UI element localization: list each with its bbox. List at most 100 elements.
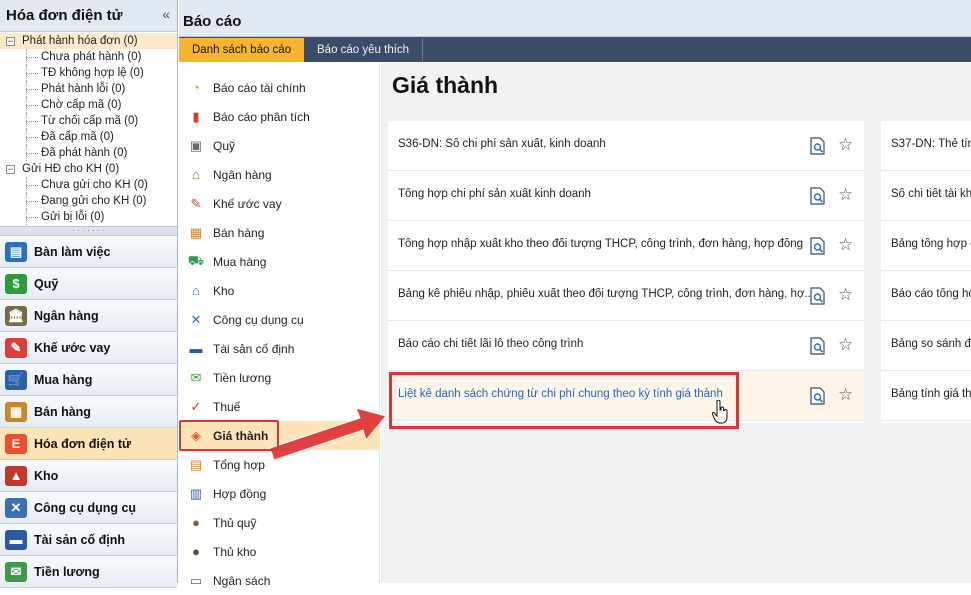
- nav-item[interactable]: ▲ Kho: [0, 460, 177, 492]
- shop-icon: ▦: [189, 224, 203, 240]
- tree-item[interactable]: Chưa phát hành (0): [0, 49, 177, 65]
- report-row[interactable]: Báo cáo tổng họ: [881, 271, 971, 321]
- nav-item[interactable]: E Hóa đơn điện tử: [0, 428, 177, 460]
- category-item[interactable]: ✉ Tiền lương: [179, 363, 380, 392]
- car-icon: ▬: [189, 341, 203, 356]
- nav-item[interactable]: ✉ Tiền lương: [0, 556, 177, 588]
- category-item[interactable]: ✕ Công cụ dụng cụ: [179, 305, 380, 334]
- tree-item[interactable]: Đã cấp mã (0): [0, 129, 177, 145]
- tools-icon: ✕: [5, 497, 27, 518]
- nav-item[interactable]: ✎ Khế ước vay: [0, 332, 177, 364]
- tree-item-label: Chưa gửi cho KH (0): [41, 179, 148, 191]
- report-link[interactable]: Sổ chi tiết tài kh: [891, 188, 971, 200]
- collapse-icon[interactable]: «: [162, 6, 170, 22]
- tab-report-list[interactable]: Danh sách báo cáo: [179, 38, 305, 62]
- nav-item[interactable]: ▤ Bàn làm việc: [0, 236, 177, 268]
- tree-item[interactable]: Đang gửi cho KH (0): [0, 193, 177, 209]
- bank-icon: 🏛: [5, 305, 27, 326]
- category-item[interactable]: ▬ Tài sản cố định: [179, 334, 380, 363]
- category-highlight-box: [179, 420, 279, 451]
- desktop-icon: ▤: [5, 241, 27, 262]
- report-link[interactable]: Bảng so sánh đị: [891, 338, 971, 350]
- nav-item[interactable]: ▬ Tài sản cố định: [0, 524, 177, 556]
- nav-item[interactable]: $ Quỹ: [0, 268, 177, 300]
- preview-report-icon[interactable]: [810, 337, 826, 355]
- report-row[interactable]: S36-DN: Sổ chi phí sản xuất, kinh doanh ☆: [388, 121, 864, 171]
- category-item[interactable]: ● Thủ quỹ: [179, 508, 380, 537]
- nav-item[interactable]: 🛒 Mua hàng: [0, 364, 177, 396]
- tree-item[interactable]: Từ chối cấp mã (0): [0, 113, 177, 129]
- report-link[interactable]: Bảng kê phiếu nhập, phiếu xuất theo đối …: [398, 288, 810, 300]
- nav-item[interactable]: ▦ Bán hàng: [0, 396, 177, 428]
- preview-report-icon[interactable]: [810, 187, 826, 205]
- tree-group[interactable]: − Phát hành hóa đơn (0): [0, 33, 177, 49]
- report-row[interactable]: Bảng tổng hợp c: [881, 221, 971, 271]
- report-row[interactable]: Tổng hợp nhập xuất kho theo đối tượng TH…: [388, 221, 864, 271]
- tools-icon: ✕: [190, 311, 202, 327]
- preview-report-icon[interactable]: [810, 387, 826, 405]
- category-item[interactable]: ⌂ Kho: [179, 276, 380, 305]
- invoice-tree: − Phát hành hóa đơn (0) Chưa phát hành (0)…: [0, 32, 177, 226]
- star-icon[interactable]: ☆: [838, 185, 853, 205]
- report-link[interactable]: Bảng tính giá th: [891, 388, 971, 400]
- report-row[interactable]: Bảng kê phiếu nhập, phiếu xuất theo đối …: [388, 271, 864, 321]
- tree-item[interactable]: Đã phát hành (0): [0, 145, 177, 161]
- tree-item[interactable]: Phát hành lỗi (0): [0, 81, 177, 97]
- category-item[interactable]: ⛟ Mua hàng: [179, 247, 380, 276]
- category-item[interactable]: ● Thủ kho: [179, 537, 380, 566]
- category-item[interactable]: ▭ Ngân sách: [179, 566, 380, 595]
- nav-item[interactable]: ✕ Công cụ dụng cụ: [0, 492, 177, 524]
- tree-item[interactable]: Gửi bị lỗi (0): [0, 209, 177, 225]
- preview-report-icon[interactable]: [810, 287, 826, 305]
- report-link[interactable]: Bảng tổng hợp c: [891, 238, 971, 250]
- panel-splitter[interactable]: · · · · · · ·: [0, 226, 177, 236]
- nav-item-label: Quỹ: [34, 276, 59, 291]
- category-label: Tiền lương: [213, 370, 272, 385]
- preview-report-icon[interactable]: [810, 137, 826, 155]
- annotation-arrow-icon: [269, 407, 387, 461]
- category-item[interactable]: ◔ Báo cáo tài chính: [179, 73, 380, 102]
- tree-group[interactable]: − Gửi HĐ cho KH (0): [0, 161, 177, 177]
- page-title: Báo cáo: [183, 13, 242, 30]
- star-icon[interactable]: ☆: [838, 335, 853, 355]
- loan-icon: ✎: [5, 337, 27, 358]
- salary-icon: ✉: [5, 561, 27, 582]
- tree-item[interactable]: Chờ cấp mã (0): [0, 97, 177, 113]
- report-row[interactable]: Báo cáo chi tiết lãi lỗ theo công trình ☆: [388, 321, 864, 371]
- report-row[interactable]: Sổ chi tiết tài kh: [881, 171, 971, 221]
- tab-favorite-reports[interactable]: Báo cáo yêu thích: [304, 38, 424, 62]
- report-link[interactable]: S36-DN: Sổ chi phí sản xuất, kinh doanh: [398, 138, 810, 150]
- tree-item[interactable]: Chưa gửi cho KH (0): [0, 177, 177, 193]
- left-panel-header: Hóa đơn điện tử «: [0, 0, 177, 32]
- report-link[interactable]: Báo cáo tổng họ: [891, 288, 971, 300]
- report-link[interactable]: Tổng hợp nhập xuất kho theo đối tượng TH…: [398, 238, 810, 250]
- report-link[interactable]: Tổng hợp chi phí sản xuất kinh doanh: [398, 188, 810, 200]
- star-icon[interactable]: ☆: [838, 285, 853, 305]
- pie-chart-icon: ◔: [192, 80, 200, 95]
- category-item[interactable]: ⌂ Ngân hàng: [179, 160, 380, 189]
- star-icon[interactable]: ☆: [838, 235, 853, 255]
- report-row[interactable]: Tổng hợp chi phí sản xuất kinh doanh ☆: [388, 171, 864, 221]
- category-item[interactable]: ▣ Quỹ: [179, 131, 380, 160]
- category-item[interactable]: ▮ Báo cáo phân tích: [179, 102, 380, 131]
- category-item[interactable]: ▥ Hợp đồng: [179, 479, 380, 508]
- star-icon[interactable]: ☆: [838, 385, 853, 405]
- report-link[interactable]: S37-DN: Thẻ tính: [891, 138, 971, 150]
- collapse-tree-icon[interactable]: −: [6, 165, 15, 174]
- nav-item-label: Bán hàng: [34, 404, 91, 419]
- collapse-tree-icon[interactable]: −: [6, 37, 15, 46]
- nav-item[interactable]: 🏛 Ngân hàng: [0, 300, 177, 332]
- tree-item[interactable]: TĐ không hợp lệ (0): [0, 65, 177, 81]
- report-content: Giá thành S36-DN: Sổ chi phí sản xuất, k…: [381, 63, 971, 583]
- category-label: Tài sản cố định: [213, 341, 295, 356]
- report-link[interactable]: Báo cáo chi tiết lãi lỗ theo công trình: [398, 338, 810, 350]
- report-row[interactable]: Bảng tính giá th: [881, 371, 971, 421]
- star-icon[interactable]: ☆: [838, 135, 853, 155]
- report-header: Báo cáo: [179, 0, 971, 37]
- tree-item-label: Đã cấp mã (0): [41, 131, 114, 143]
- category-item[interactable]: ▦ Bán hàng: [179, 218, 380, 247]
- report-row[interactable]: S37-DN: Thẻ tính: [881, 121, 971, 171]
- category-item[interactable]: ✎ Khế ước vay: [179, 189, 380, 218]
- preview-report-icon[interactable]: [810, 237, 826, 255]
- report-row[interactable]: Bảng so sánh đị: [881, 321, 971, 371]
